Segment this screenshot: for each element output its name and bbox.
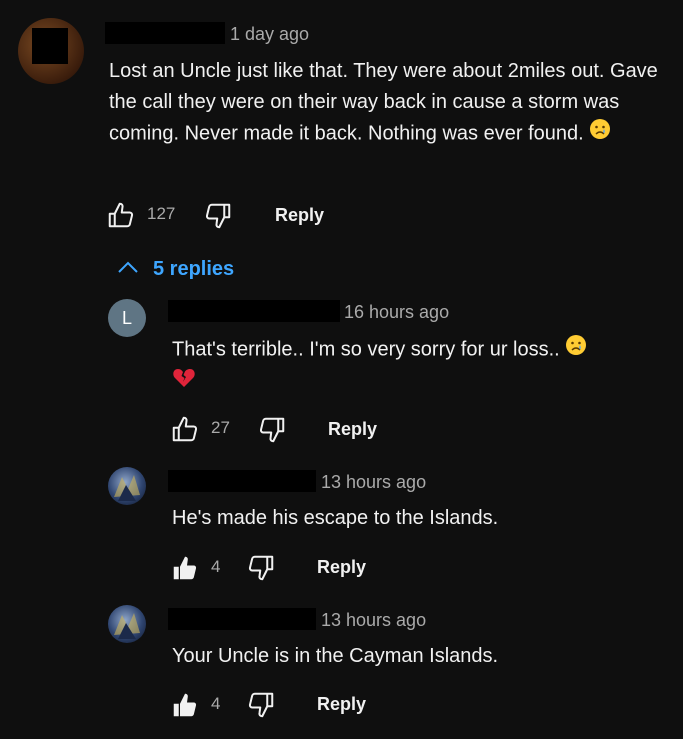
commenter-avatar[interactable] [18,18,84,84]
reply-timestamp[interactable]: 13 hours ago [321,471,426,493]
like-count: 127 [147,204,176,223]
comment-text-body: Lost an Uncle just like that. They were … [109,60,658,145]
comment-timestamp[interactable]: 1 day ago [230,23,309,45]
cry-emoji-icon [589,118,611,150]
reply-text: Your Uncle is in the Cayman Islands. [172,645,499,667]
reply-text-body: That's terrible.. I'm so very sorry for … [172,338,560,361]
broken-heart-icon [172,366,196,398]
cry-emoji-icon [565,334,587,366]
dislike-icon[interactable] [203,201,233,236]
like-icon[interactable] [170,414,200,449]
reply-text: That's terrible.. I'm so very sorry for … [172,334,652,398]
reply-avatar[interactable] [108,605,146,643]
reply-button[interactable]: Reply [275,204,324,226]
like-icon[interactable] [106,200,136,235]
avatar-letter: L [121,307,132,328]
redacted-username[interactable] [105,22,225,44]
replies-count-label: 5 replies [153,257,235,280]
like-count: 4 [211,557,221,576]
redacted-username[interactable] [168,608,316,630]
avatar-image [114,475,140,501]
reply-avatar[interactable]: L [108,299,146,337]
reply-button[interactable]: Reply [317,556,366,578]
reply-button[interactable]: Reply [317,693,366,715]
redacted-username[interactable] [168,300,340,322]
like-count: 27 [211,418,230,437]
reply-timestamp[interactable]: 16 hours ago [344,301,449,323]
reply-button[interactable]: Reply [328,418,377,440]
reply-avatar[interactable] [108,467,146,505]
dislike-icon[interactable] [246,690,276,725]
reply-text: He's made his escape to the Islands. [172,507,499,529]
avatar-image [114,613,140,639]
dislike-icon[interactable] [257,415,287,450]
comment-text: Lost an Uncle just like that. They were … [109,56,669,150]
like-icon-filled[interactable] [170,553,200,588]
replies-toggle-button[interactable]: 5 replies [117,256,234,282]
like-icon-filled[interactable] [170,690,200,725]
like-count: 4 [211,694,221,713]
chevron-up-icon [117,260,139,279]
dislike-icon[interactable] [246,553,276,588]
redacted-avatar-block [32,28,68,64]
redacted-username[interactable] [168,470,316,492]
reply-timestamp[interactable]: 13 hours ago [321,609,426,631]
